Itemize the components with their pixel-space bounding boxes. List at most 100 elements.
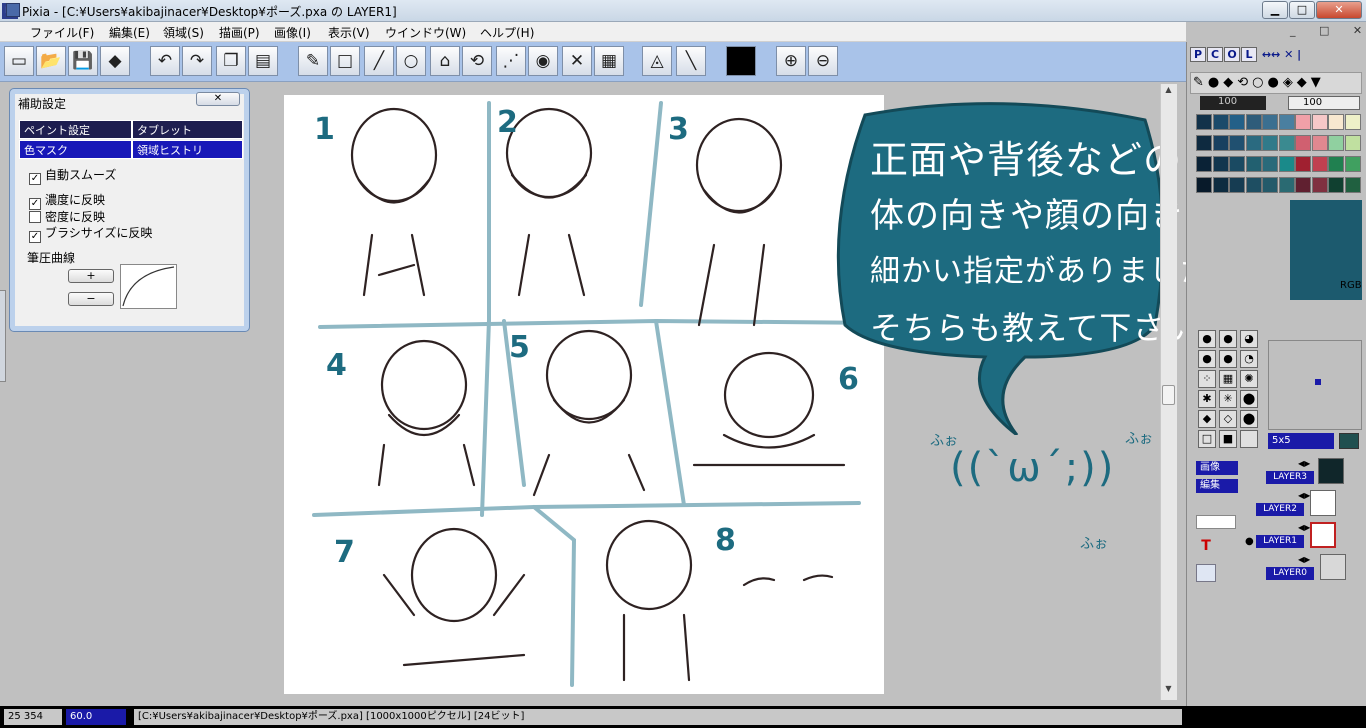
- menu-selection[interactable]: 領域(S): [163, 24, 204, 41]
- minimize-button[interactable]: ▁: [1262, 1, 1288, 19]
- checkbox-icon[interactable]: ✓: [29, 173, 41, 185]
- brushsize-checkbox[interactable]: ✓ ブラシサイズに反映: [29, 224, 152, 243]
- tab-paint-settings[interactable]: ペイント設定: [19, 120, 132, 139]
- color-swatch[interactable]: [1311, 114, 1328, 130]
- color-swatch[interactable]: [1212, 135, 1229, 151]
- layer-item[interactable]: LAYER0: [1266, 567, 1314, 580]
- layer-name-field[interactable]: [1196, 515, 1236, 529]
- mdi-window-buttons[interactable]: _ □ ✕: [1290, 24, 1366, 37]
- color-swatch[interactable]: [1245, 135, 1262, 151]
- color-swatch[interactable]: [1196, 114, 1212, 130]
- color-swatch[interactable]: [1245, 114, 1262, 130]
- tab-pen[interactable]: P: [1190, 47, 1206, 62]
- brush-shape-option[interactable]: ◕: [1240, 330, 1258, 348]
- brush-shape-option[interactable]: ◔: [1240, 350, 1258, 368]
- color-swatch[interactable]: [1212, 177, 1229, 193]
- ellipse-icon[interactable]: ○: [396, 46, 426, 76]
- checkbox-icon[interactable]: ✓: [29, 231, 41, 243]
- ruler-icon[interactable]: ╲: [676, 46, 706, 76]
- color-swatch[interactable]: [1262, 156, 1278, 172]
- bucket-icon[interactable]: ◬: [642, 46, 672, 76]
- brush-shape-option[interactable]: ●: [1219, 350, 1237, 368]
- panel-close-button[interactable]: ✕: [196, 92, 240, 106]
- polygon-icon[interactable]: ⌂: [430, 46, 460, 76]
- line-icon[interactable]: ╱: [364, 46, 394, 76]
- color-swatch[interactable]: [1262, 114, 1278, 130]
- layer-item[interactable]: LAYER3: [1266, 471, 1314, 484]
- color-swatch[interactable]: [1328, 135, 1344, 151]
- scroll-thumb[interactable]: [1162, 385, 1175, 405]
- color-swatch[interactable]: [1229, 156, 1245, 172]
- menu-view[interactable]: 表示(V): [328, 24, 370, 41]
- color-swatch[interactable]: [1278, 177, 1295, 193]
- color-swatch[interactable]: [1344, 156, 1361, 172]
- layer-thumbnail[interactable]: [1318, 458, 1344, 484]
- color-swatch[interactable]: [1212, 156, 1229, 172]
- brush-size-icon[interactable]: [1339, 433, 1359, 449]
- color-swatch[interactable]: [1295, 114, 1311, 130]
- text-tool-icon[interactable]: T: [1196, 538, 1216, 556]
- brush-shape-option[interactable]: ⁘: [1198, 370, 1216, 388]
- copy-icon[interactable]: ❐: [216, 46, 246, 76]
- drawing-canvas[interactable]: [284, 95, 884, 694]
- color-swatch[interactable]: [1328, 177, 1344, 193]
- tab-region-history[interactable]: 領域ヒストリ: [132, 140, 243, 159]
- layer-edit-button[interactable]: 編集: [1196, 479, 1238, 493]
- color-swatch[interactable]: [1212, 114, 1229, 130]
- brush-shape-option[interactable]: ◇: [1219, 410, 1237, 428]
- brush-shape-option[interactable]: ✺: [1240, 370, 1258, 388]
- color-swatch[interactable]: [1278, 135, 1295, 151]
- layer-arrows-icon[interactable]: ◀▶: [1298, 555, 1310, 564]
- pressure-curve-graph[interactable]: [120, 264, 177, 309]
- color-swatch[interactable]: [1196, 177, 1212, 193]
- layer-thumbnail[interactable]: [1310, 522, 1336, 548]
- color-swatch[interactable]: [1278, 114, 1295, 130]
- color-swatch[interactable]: [1344, 114, 1361, 130]
- magic-wand-icon[interactable]: ⋰: [496, 46, 526, 76]
- fill-icon[interactable]: ◉: [528, 46, 558, 76]
- menu-edit[interactable]: 編集(E): [109, 24, 150, 41]
- brush-shape-option[interactable]: ✳: [1219, 390, 1237, 408]
- tab-layer[interactable]: L: [1241, 47, 1257, 62]
- pen-icon[interactable]: ◆: [100, 46, 130, 76]
- color-swatch[interactable]: [1295, 156, 1311, 172]
- new-icon[interactable]: ▭: [4, 46, 34, 76]
- undo-icon[interactable]: ↶: [150, 46, 180, 76]
- zoom-out-icon[interactable]: ⊖: [808, 46, 838, 76]
- layer-thumbnail[interactable]: [1320, 554, 1346, 580]
- color-swatch[interactable]: [1229, 135, 1245, 151]
- color-swatch[interactable]: [1262, 135, 1278, 151]
- brush-shape-option[interactable]: ◆: [1198, 410, 1216, 428]
- menu-file[interactable]: ファイル(F): [30, 24, 94, 41]
- layer-arrows-icon[interactable]: ◀▶: [1298, 491, 1310, 500]
- menu-window[interactable]: ウインドウ(W): [385, 24, 466, 41]
- layer-item[interactable]: LAYER2: [1256, 503, 1304, 516]
- density-value[interactable]: 100: [1200, 96, 1266, 110]
- brush-shape-option[interactable]: ⬤: [1240, 390, 1258, 408]
- color-swatch[interactable]: [1262, 177, 1278, 193]
- pen-type-row[interactable]: ✎●◆⟲○●◈◆▼: [1190, 72, 1362, 94]
- checker-icon[interactable]: ▦: [594, 46, 624, 76]
- color-swatch[interactable]: [1196, 156, 1212, 172]
- smooth-checkbox[interactable]: ✓ 自動スムーズ: [29, 166, 116, 185]
- eraser-icon[interactable]: ✕: [562, 46, 592, 76]
- brush-shape-option[interactable]: ✱: [1198, 390, 1216, 408]
- pressure-minus-button[interactable]: −: [68, 292, 114, 306]
- scroll-up-icon[interactable]: ▲: [1161, 85, 1176, 99]
- color-swatch[interactable]: [1295, 177, 1311, 193]
- maximize-button[interactable]: □: [1289, 1, 1315, 19]
- layer-item-active[interactable]: LAYER1: [1256, 535, 1304, 548]
- document-icon[interactable]: [6, 3, 20, 17]
- rect-icon[interactable]: □: [330, 46, 360, 76]
- opacity-value[interactable]: 100: [1288, 96, 1360, 110]
- paste-icon[interactable]: ▤: [248, 46, 278, 76]
- checkbox-icon[interactable]: [29, 211, 41, 223]
- layer-image-button[interactable]: 画像: [1196, 461, 1238, 475]
- brush-size-value[interactable]: 5x5: [1268, 433, 1334, 449]
- brush-shape-option[interactable]: ▦: [1219, 370, 1237, 388]
- color-swatch[interactable]: [1311, 135, 1328, 151]
- tab-color-mask[interactable]: 色マスク: [19, 140, 132, 159]
- color-swatch[interactable]: [1229, 177, 1245, 193]
- brush-shape-option[interactable]: ⬤: [1240, 410, 1258, 428]
- layer-list-icon[interactable]: [1196, 564, 1216, 582]
